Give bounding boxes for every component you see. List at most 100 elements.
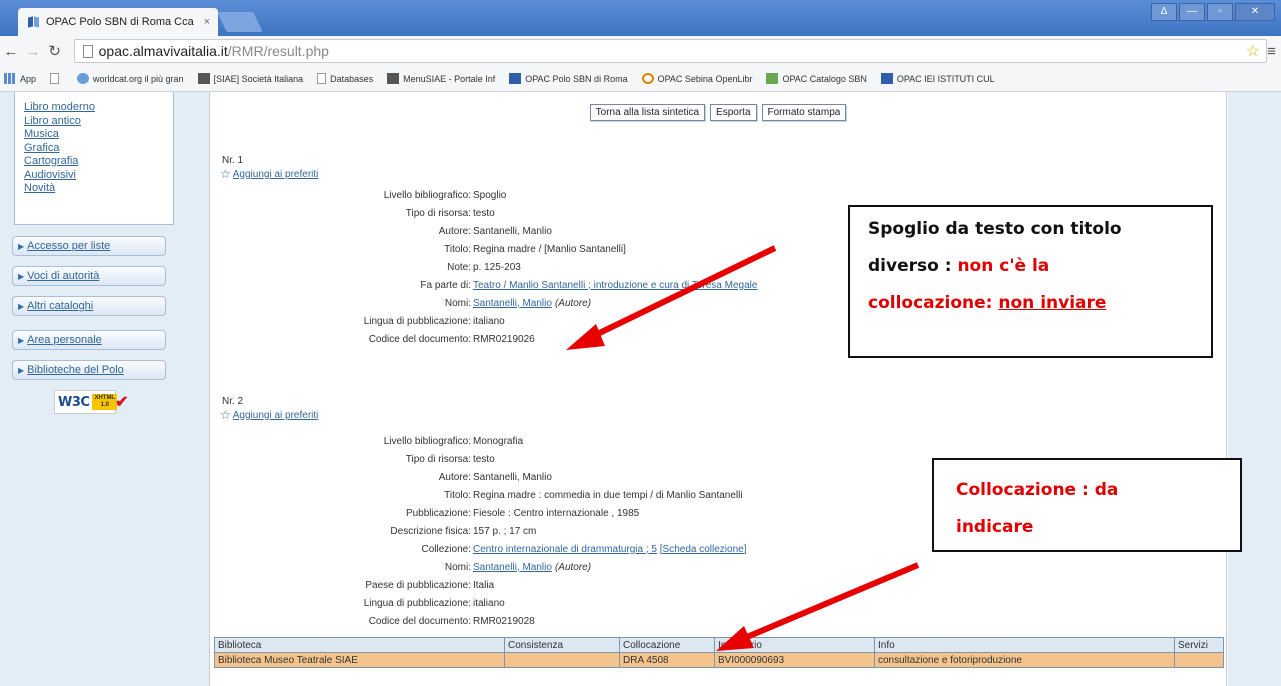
field-label: Lingua di pubblicazione:: [363, 315, 471, 327]
w3c-xhtml-badge[interactable]: W3C XHTML 1.0 ✔: [54, 390, 129, 414]
author-link[interactable]: Santanelli, Manlio: [473, 562, 552, 573]
callout-warning-text: collocazione:: [868, 293, 999, 313]
new-tab-button[interactable]: [217, 12, 263, 32]
accordion-altri-cataloghi[interactable]: ▶ Altri cataloghi: [12, 296, 166, 316]
field-label: Note:: [447, 261, 471, 273]
material-menu: Libro moderno Libro antico Musica Grafic…: [14, 92, 174, 225]
field-label: Nomi:: [444, 297, 471, 309]
table-row[interactable]: Biblioteca Museo Teatrale SIAE DRA 4508 …: [214, 652, 1224, 668]
print-format-button[interactable]: Formato stampa: [761, 104, 847, 121]
field-label: Nomi:: [444, 561, 471, 573]
bookmark-iei[interactable]: OPAC IEI ISTITUTI CUL: [880, 73, 995, 84]
xhtml-version: 1.0: [100, 402, 109, 408]
field-value: p. 125-203: [473, 261, 521, 273]
tab-close-icon[interactable]: ×: [204, 16, 210, 28]
title-bar: OPAC Polo SBN di Roma Cca × Δ — ▫ ✕: [0, 0, 1281, 36]
callout-line: diverso : non c'è la: [868, 248, 1211, 285]
table-header-row: Biblioteca Consistenza Collocazione Inve…: [214, 637, 1224, 653]
accordion-label: Area personale: [27, 334, 102, 346]
minimize-button[interactable]: —: [1179, 3, 1205, 21]
bookmark-blank[interactable]: [50, 73, 63, 84]
field-value: Regina madre : commedia in due tempi / d…: [473, 489, 743, 501]
menu-link-audiovisivi[interactable]: Audiovisivi: [24, 169, 173, 183]
field-value: RMR0219026: [473, 333, 535, 345]
series-link[interactable]: Centro internazionale di drammaturgia ; …: [473, 544, 657, 555]
user-icon[interactable]: Δ: [1151, 3, 1177, 21]
add-favorite-link[interactable]: ☆ Aggiungi ai preferiti: [220, 167, 318, 181]
annotation-callout-collocazione: Collocazione : da indicare: [932, 458, 1242, 552]
bookmark-catalogo-sbn[interactable]: OPAC Catalogo SBN: [766, 73, 867, 84]
address-bar[interactable]: opac.almavivaitalia.it/RMR/result.php ☆: [73, 39, 1268, 63]
menu-link-grafica[interactable]: Grafica: [24, 142, 173, 156]
field-label: Livello bibliografico:: [383, 189, 471, 201]
result-actions: Torna alla lista sintetica Esporta Forma…: [210, 104, 1226, 121]
url-path: /RMR/result.php: [227, 43, 329, 59]
folder-icon: [766, 73, 779, 84]
triangle-right-icon: ▶: [18, 365, 25, 375]
triangle-right-icon: ▶: [18, 301, 25, 311]
bookmark-opac-roma[interactable]: OPAC Polo SBN di Roma: [509, 73, 628, 84]
field-value: Regina madre / [Manlio Santanelli]: [473, 243, 626, 255]
bookmark-label: [SIAE] Società Italiana: [213, 73, 304, 84]
siae-icon: [387, 73, 400, 84]
close-window-button[interactable]: ✕: [1235, 3, 1275, 21]
accordion-accesso-per-liste[interactable]: ▶ Accesso per liste: [12, 236, 166, 256]
menu-link-libro-antico[interactable]: Libro antico: [24, 115, 173, 129]
field-label: Descrizione fisica:: [390, 525, 471, 537]
back-arrow-icon[interactable]: ←: [0, 43, 22, 60]
field-value: Santanelli, Manlio (Autore): [473, 298, 591, 309]
field-row: Nomi: Santanelli, Manlio (Autore): [210, 558, 910, 576]
menu-link-libro-moderno[interactable]: Libro moderno: [24, 101, 173, 115]
field-row: Paese di pubblicazione: Italia: [210, 576, 910, 594]
field-row: Autore: Santanelli, Manlio: [210, 468, 910, 486]
menu-link-cartografia[interactable]: Cartografia: [24, 155, 173, 169]
export-button[interactable]: Esporta: [710, 104, 757, 121]
field-row: Livello bibliografico: Spoglio: [210, 186, 910, 204]
xhtml-badge: XHTML 1.0: [92, 394, 118, 410]
field-row: Codice del documento: RMR0219026: [210, 330, 910, 348]
bookmark-siae[interactable]: [SIAE] Società Italiana: [197, 73, 304, 84]
reload-icon[interactable]: ↻: [44, 42, 66, 60]
field-row: Lingua di pubblicazione: italiano: [210, 594, 910, 612]
accordion-voci-di-autorita[interactable]: ▶ Voci di autorità: [12, 266, 166, 286]
field-row: Autore: Santanelli, Manlio: [210, 222, 910, 240]
results-panel: Torna alla lista sintetica Esporta Forma…: [209, 92, 1227, 686]
w3c-logo-text: W3C: [58, 394, 90, 410]
bookmark-star-icon[interactable]: ☆: [1246, 41, 1260, 61]
menu-link-musica[interactable]: Musica: [24, 128, 173, 142]
maximize-button[interactable]: ▫: [1207, 3, 1233, 21]
accordion-label: Biblioteche del Polo: [27, 364, 124, 376]
menu-link-novita[interactable]: Novità: [24, 182, 173, 196]
bookmark-menusiae[interactable]: MenuSIAE - Portale Inf: [387, 73, 495, 84]
forward-arrow-icon[interactable]: →: [22, 43, 44, 60]
bookmark-worldcat[interactable]: worldcat.org il più gran: [77, 73, 184, 84]
add-favorite-link[interactable]: ☆ Aggiungi ai preferiti: [220, 408, 318, 422]
services-cell: [1174, 652, 1224, 668]
accordion-label: Voci di autorità: [27, 270, 100, 282]
browser-tab[interactable]: OPAC Polo SBN di Roma Cca ×: [18, 8, 218, 36]
field-label: Tipo di risorsa:: [405, 453, 471, 465]
add-favorite-label: Aggiungi ai preferiti: [232, 409, 319, 421]
callout-line: collocazione: non inviare: [868, 285, 1211, 322]
field-label: Tipo di risorsa:: [405, 207, 471, 219]
accordion-label: Accesso per liste: [27, 240, 111, 252]
field-row: Tipo di risorsa: testo: [210, 204, 910, 222]
field-value: italiano: [473, 597, 505, 609]
bookmark-sebina[interactable]: OPAC Sebina OpenLibr: [641, 73, 752, 84]
star-icon: ☆: [220, 408, 231, 422]
annotation-callout-spoglio: Spoglio da testo con titolo diverso : no…: [848, 205, 1213, 358]
author-role: (Autore): [554, 297, 592, 309]
author-link[interactable]: Santanelli, Manlio: [473, 298, 552, 309]
page-icon: [50, 73, 60, 84]
back-to-list-button[interactable]: Torna alla lista sintetica: [589, 104, 706, 121]
column-header: Info: [874, 637, 1175, 653]
bookmark-apps[interactable]: App: [4, 73, 36, 84]
chrome-menu-icon[interactable]: ≡: [1267, 43, 1281, 60]
triangle-right-icon: ▶: [18, 335, 25, 345]
parent-record-link[interactable]: Teatro / Manlio Santanelli ; introduzion…: [473, 280, 757, 291]
bookmark-databases[interactable]: Databases: [317, 73, 373, 84]
field-label: Livello bibliografico:: [383, 435, 471, 447]
accordion-biblioteche-del-polo[interactable]: ▶ Biblioteche del Polo: [12, 360, 166, 380]
series-card-link[interactable]: [Scheda collezione]: [660, 544, 747, 555]
accordion-area-personale[interactable]: ▶ Area personale: [12, 330, 166, 350]
